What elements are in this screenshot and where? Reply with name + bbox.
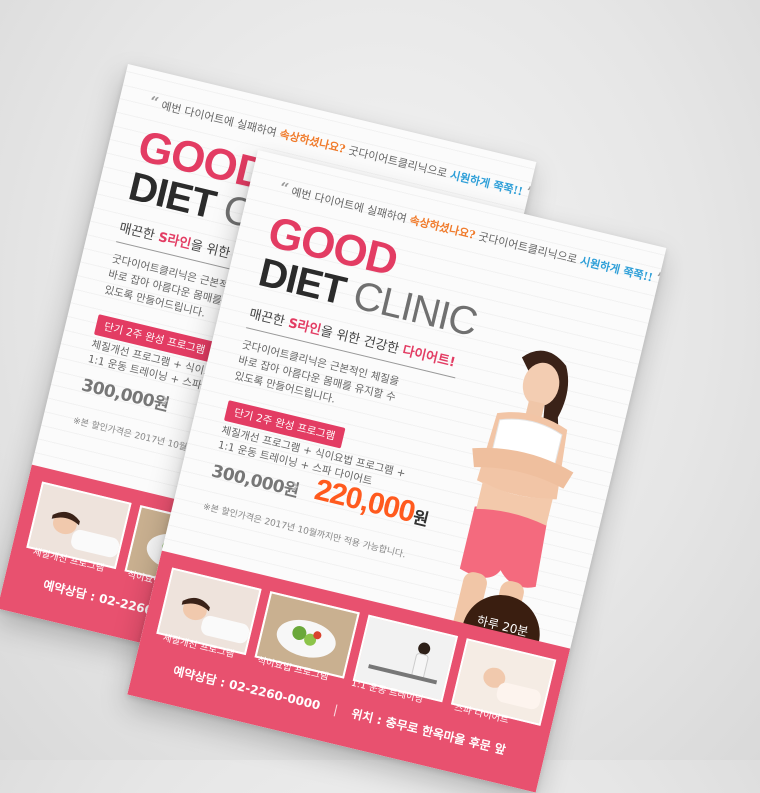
quote-close-icon: ”	[524, 182, 537, 203]
quote-close-icon: ”	[654, 268, 667, 289]
quote-open-icon: “	[147, 92, 161, 112]
quote-open-icon: “	[277, 178, 291, 198]
